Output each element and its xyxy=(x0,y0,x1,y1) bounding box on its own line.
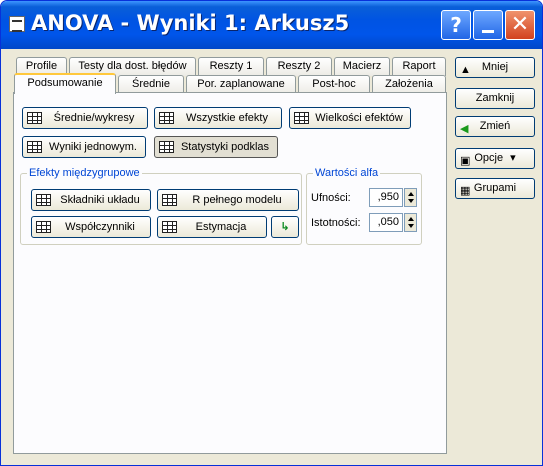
estymacja-label: Estymacja xyxy=(195,221,247,233)
efekty-group: Efekty międzygrupowe Składniki układu R … xyxy=(20,167,302,245)
export-icon: ↳ xyxy=(280,221,290,233)
zamknij-button[interactable]: Zamknij xyxy=(455,88,535,109)
skladniki-ukladu-button[interactable]: Składniki układu xyxy=(31,189,151,211)
skladniki-ukladu-label: Składniki układu xyxy=(60,194,140,206)
istotnosci-input[interactable]: ,050 xyxy=(369,213,403,232)
close-button[interactable]: ✕ xyxy=(505,10,535,40)
statystyki-podklas-button[interactable]: Statystyki podklas xyxy=(154,136,278,158)
minimize-button[interactable] xyxy=(473,10,503,40)
tab-macierz[interactable]: Macierz xyxy=(334,57,390,76)
tab-reszty-1[interactable]: Reszty 1 xyxy=(198,57,264,76)
options-icon: ▣ xyxy=(460,155,471,167)
alfa-group-label: Wartości alfa xyxy=(313,167,381,179)
ufnosci-input[interactable]: ,950 xyxy=(369,188,403,207)
ufnosci-spinner[interactable] xyxy=(404,188,417,207)
wielkosci-efektow-label: Wielkości efektów xyxy=(315,112,403,124)
table-icon xyxy=(27,112,42,124)
zmien-label: Zmień xyxy=(479,120,511,132)
grid-icon xyxy=(159,112,174,124)
estymacja-options-button[interactable]: ↳ xyxy=(271,216,299,238)
zmien-button[interactable]: ◀ Zmień xyxy=(455,116,535,137)
opcje-button[interactable]: ▣ Opcje ▾ xyxy=(455,148,535,169)
table-icon xyxy=(27,141,42,153)
help-button[interactable]: ? xyxy=(441,10,471,40)
wszystkie-efekty-button[interactable]: Wszystkie efekty xyxy=(154,107,282,129)
srednie-wykresy-button[interactable]: Średnie/wykresy xyxy=(22,107,148,129)
istotnosci-label: Istotności: xyxy=(311,217,361,229)
table-icon xyxy=(36,221,51,233)
srednie-wykresy-label: Średnie/wykresy xyxy=(53,112,135,124)
grouping-icon: ▦ xyxy=(460,185,471,197)
grupami-label: Grupami xyxy=(473,182,517,194)
tab-reszty-2[interactable]: Reszty 2 xyxy=(266,57,332,76)
dropdown-arrow-icon: ▾ xyxy=(510,152,516,164)
tab-raport[interactable]: Raport xyxy=(392,57,446,76)
opcje-label: Opcje xyxy=(474,152,504,164)
istotnosci-spinner[interactable] xyxy=(404,213,417,232)
statystyki-podklas-label: Statystyki podklas xyxy=(180,141,270,153)
table-icon xyxy=(294,112,309,124)
efekty-group-label: Efekty międzygrupowe xyxy=(27,167,142,179)
podsumowanie-panel: Średnie/wykresy Wszystkie efekty Wielkoś… xyxy=(13,92,447,454)
grupami-button[interactable]: ▦ Grupami xyxy=(455,178,535,199)
r-pelnego-modelu-button[interactable]: R pełnego modelu xyxy=(157,189,299,211)
zamknij-label: Zamknij xyxy=(475,92,515,104)
window-title: ANOVA - Wyniki 1: Arkusz5 xyxy=(31,11,350,35)
wspolczynniki-button[interactable]: Współczynniki xyxy=(31,216,151,238)
wielkosci-efektow-button[interactable]: Wielkości efektów xyxy=(289,107,411,129)
estymacja-button[interactable]: Estymacja xyxy=(157,216,267,238)
table-icon xyxy=(162,221,177,233)
arrow-left-icon: ◀ xyxy=(460,123,469,135)
tab-podsumowanie[interactable]: Podsumowanie xyxy=(14,73,116,94)
ufnosci-label: Ufności: xyxy=(311,192,351,204)
collapse-icon: ▲ xyxy=(460,64,471,76)
alfa-group: Wartości alfa Ufności: ,950 Istotności: … xyxy=(306,167,422,245)
wszystkie-efekty-label: Wszystkie efekty xyxy=(186,112,268,124)
anova-window: ANOVA - Wyniki 1: Arkusz5 ? ✕ Profile Te… xyxy=(0,0,543,466)
mniej-button[interactable]: ▲ Mniej xyxy=(455,57,535,78)
wyniki-jednowym-button[interactable]: Wyniki jednowym. xyxy=(22,136,146,158)
table-icon xyxy=(162,194,177,206)
app-icon xyxy=(9,16,25,32)
mniej-label: Mniej xyxy=(481,61,509,73)
wyniki-jednowym-label: Wyniki jednowym. xyxy=(49,141,137,153)
table-icon xyxy=(36,194,51,206)
r-pelnego-modelu-label: R pełnego modelu xyxy=(192,194,282,206)
title-bar[interactable]: ANOVA - Wyniki 1: Arkusz5 ? ✕ xyxy=(1,1,542,49)
table-icon xyxy=(159,141,174,153)
wspolczynniki-label: Współczynniki xyxy=(65,221,135,233)
